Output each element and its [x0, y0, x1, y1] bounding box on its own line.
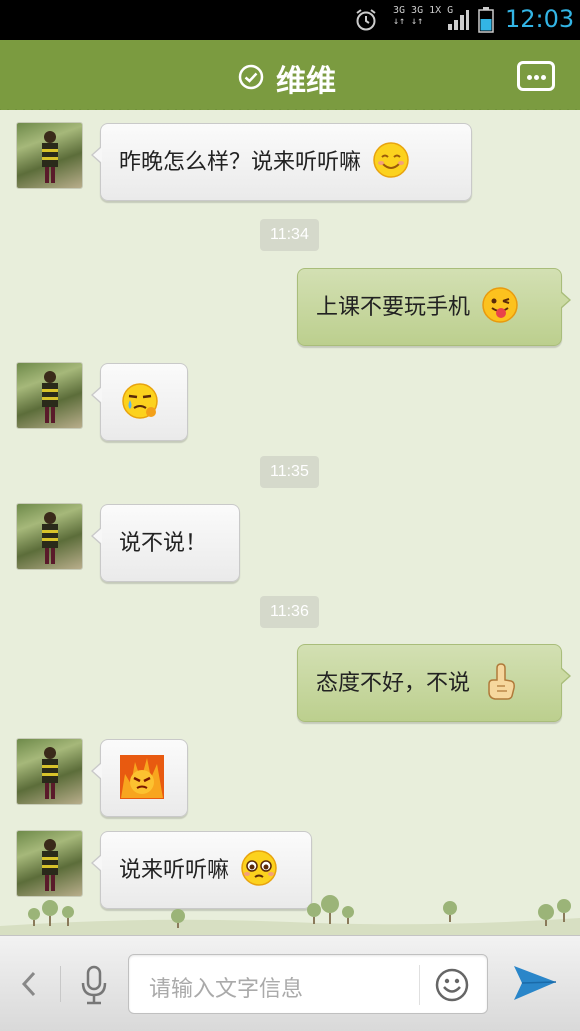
status-bar: 3G 3G 1X G ↓↑ ↓↑ 12:03	[0, 0, 580, 40]
microphone-icon[interactable]	[78, 965, 110, 1005]
message-bubble-sent[interactable]: 上课不要玩手机	[297, 268, 571, 346]
message-bubble-received[interactable]: 说不说！	[91, 504, 240, 582]
chevron-left-icon[interactable]	[20, 970, 38, 998]
chat-message-list[interactable]: 昨晚怎么样？说来听听嘛 11:34 上课不要玩手机 11:35 说不说！ 11:…	[0, 110, 580, 935]
contact-avatar[interactable]	[16, 738, 83, 805]
message-bubble-received[interactable]	[91, 363, 188, 441]
contact-avatar[interactable]	[16, 503, 83, 570]
smile-emoji-icon	[373, 142, 409, 178]
message-text: 上课不要玩手机	[316, 295, 471, 320]
check-circle-icon	[238, 64, 264, 90]
message-text: 昨晚怎么样？说来听听嘛	[119, 150, 362, 175]
more-dots-icon	[527, 75, 532, 80]
smiley-icon[interactable]	[435, 968, 469, 1002]
more-dot	[541, 75, 546, 80]
alarm-icon	[356, 9, 376, 31]
status-clock: 12:03	[505, 5, 575, 33]
message-text: 态度不好，不说	[316, 671, 471, 696]
signal-icon	[448, 10, 469, 30]
message-bubble-received[interactable]: 昨晚怎么样？说来听听嘛	[91, 123, 472, 201]
message-bubble-received[interactable]	[91, 739, 188, 817]
send-arrow-icon[interactable]	[512, 962, 558, 1004]
more-options-button[interactable]	[517, 61, 555, 91]
avatar-figure	[42, 131, 58, 183]
network-activity-label: ↓↑ ↓↑	[393, 16, 424, 27]
contact-avatar[interactable]	[16, 122, 83, 189]
chat-header: 维维	[0, 40, 580, 115]
message-input-bar: 请输入文字信息	[0, 935, 580, 1031]
contact-name[interactable]: 维维	[276, 56, 336, 100]
network-indicator: 3G 3G 1X G ↓↑ ↓↑	[393, 5, 453, 27]
network-type-label: 3G 3G 1X G	[393, 5, 454, 16]
contact-avatar[interactable]	[16, 362, 83, 429]
timestamp-label: 11:34	[260, 219, 319, 251]
pleading-emoji-icon	[241, 850, 277, 886]
timestamp-label: 11:36	[260, 596, 319, 628]
message-input-placeholder: 请输入文字信息	[149, 977, 304, 1002]
message-bubble-sent[interactable]: 态度不好，不说	[297, 644, 571, 722]
message-text: 说不说！	[119, 531, 208, 556]
avatar-figure	[42, 371, 58, 423]
avatar-figure	[42, 747, 58, 799]
avatar-figure	[42, 839, 58, 891]
sweat-emoji-icon	[122, 383, 158, 419]
finger-up-emoji-icon	[488, 663, 515, 700]
decorative-hills	[0, 895, 580, 935]
avatar-figure	[42, 512, 58, 564]
angry-fire-emoji-icon	[120, 755, 164, 799]
tongue-wink-emoji-icon	[482, 287, 518, 323]
message-input[interactable]: 请输入文字信息	[128, 954, 488, 1014]
more-dot	[534, 75, 539, 80]
timestamp-label: 11:35	[260, 456, 319, 488]
battery-icon	[478, 7, 494, 33]
divider	[60, 966, 61, 1002]
contact-avatar[interactable]	[16, 830, 83, 897]
message-text: 说来听听嘛	[119, 858, 230, 883]
